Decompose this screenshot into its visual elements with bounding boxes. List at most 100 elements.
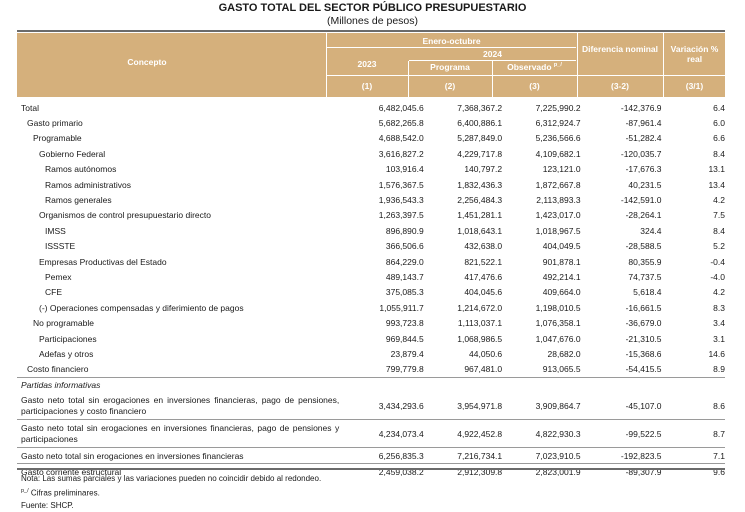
table-subtitle: (Millones de pesos) (326, 15, 419, 27)
header-divider (408, 61, 409, 97)
cell-2023: 3,616,827.2 (378, 148, 424, 159)
cell-diferencia: -142,591.0 (620, 195, 662, 206)
section-heading-row: Partidas informativas (17, 378, 725, 393)
table-row: IMSS 896,890.9 1,018,643.1 1,018,967.5 3… (17, 223, 725, 238)
row-label: CFE (45, 287, 62, 298)
cell-observado: 1,018,967.5 (535, 225, 581, 236)
cell-diferencia: 80,355.9 (628, 256, 662, 267)
cell-programa: 1,113,037.1 (457, 318, 503, 329)
header-col-diferencia: Diferencia nominal (581, 44, 659, 54)
cell-observado: 2,113,893.3 (536, 195, 581, 206)
table-title: GASTO TOTAL DEL SECTOR PÚBLICO PRESUPUES… (218, 2, 527, 14)
bottom-rule (17, 468, 725, 470)
cell-observado: 1,872,667.8 (535, 179, 581, 190)
note-source: Fuente: SHCP. (21, 500, 74, 510)
preliminary-mark: p_/ (553, 62, 562, 69)
cell-2023: 103,916.4 (385, 164, 424, 175)
cell-variacion: 4.2 (713, 195, 725, 206)
cell-programa: 967,481.0 (423, 361, 503, 379)
cell-programa: 417,476.6 (464, 271, 503, 282)
cell-2023: 1,936,543.3 (378, 195, 424, 206)
cell-2023: 799,779.8 (345, 361, 424, 379)
cell-variacion: 3.1 (713, 333, 725, 344)
cell-2023: 3,434,293.6 (345, 392, 424, 421)
row-label: Gasto neto total sin erogaciones en inve… (17, 392, 346, 421)
cell-observado: 123,121.0 (542, 164, 581, 175)
cell-programa: 4,922,452.8 (423, 419, 503, 449)
row-label: Organismos de control presupuestario dir… (39, 210, 211, 221)
cell-variacion: 13.1 (708, 164, 725, 175)
cell-programa: 6,400,886.1 (457, 118, 503, 129)
cell-2023: 375,085.3 (385, 287, 424, 298)
cell-diferencia: -87,961.4 (625, 118, 662, 129)
header-col-variacion: Variación % real (670, 44, 719, 64)
table-row: Pemex 489,143.7 417,476.6 492,214.1 74,7… (17, 269, 725, 284)
cell-variacion: 13.4 (708, 179, 725, 190)
row-label: Pemex (45, 271, 72, 282)
note-rounding: Nota: Las sumas parciales y las variacio… (21, 474, 322, 483)
cell-diferencia: 324.4 (640, 225, 662, 236)
row-label: Gobierno Federal (39, 148, 106, 159)
preliminary-mark: p_/ (21, 488, 29, 494)
cell-diferencia: -28,588.5 (625, 241, 662, 252)
row-label: Total (21, 102, 39, 113)
header-divider (326, 33, 327, 97)
cell-2023: 5,682,265.8 (378, 118, 424, 129)
table-row: Total 6,482,045.6 7,368,367.2 7,225,990.… (17, 100, 725, 115)
cell-observado: 1,198,010.5 (535, 302, 581, 313)
header-divider (492, 61, 493, 97)
header-index-rule (327, 75, 725, 76)
cell-diferencia: -54,415.5 (580, 361, 662, 379)
cell-programa: 7,368,367.2 (457, 102, 503, 113)
table-row: Participaciones 969,844.5 1,068,986.5 1,… (17, 331, 725, 346)
table-row: Gasto neto total sin erogaciones en inve… (17, 392, 725, 421)
table-row: (-) Operaciones compensadas y diferimien… (17, 300, 725, 315)
cell-programa: 7,216,734.1 (423, 447, 503, 465)
cell-2023: 864,229.0 (385, 256, 424, 267)
cell-variacion: 3.4 (713, 318, 725, 329)
cell-observado: 492,214.1 (542, 271, 581, 282)
table-row: Empresas Productivas del Estado 864,229.… (17, 254, 725, 269)
row-label: Empresas Productivas del Estado (39, 256, 167, 267)
note-preliminary: p_/ Cifras preliminares. (21, 488, 100, 498)
cell-2023: 993,723.8 (385, 318, 424, 329)
cell-diferencia: -28,264.1 (625, 210, 662, 221)
table-row: Ramos generales 1,936,543.3 2,256,484.3 … (17, 192, 725, 207)
cell-variacion: 6.4 (713, 102, 725, 113)
cell-diferencia: -120,035.7 (620, 148, 662, 159)
table-row: Ramos administrativos 1,576,367.5 1,832,… (17, 177, 725, 192)
cell-2023: 23,879.4 (390, 348, 424, 359)
header-divider (663, 33, 664, 97)
cell-variacion: 8.7 (661, 419, 725, 449)
cell-programa: 1,068,986.5 (457, 333, 503, 344)
cell-observado: 409,664.0 (542, 287, 581, 298)
cell-observado: 404,049.5 (542, 241, 581, 252)
cell-programa: 44,050.6 (469, 348, 503, 359)
cell-diferencia: -192,823.5 (580, 447, 662, 465)
row-label: Gasto neto total sin erogaciones en inve… (17, 419, 346, 449)
cell-2023: 896,890.9 (385, 225, 424, 236)
partidas-heading: Partidas informativas (21, 380, 101, 391)
table-row: CFE 375,085.3 404,045.6 409,664.0 5,618.… (17, 285, 725, 300)
cell-observado: 3,909,864.7 (502, 392, 581, 421)
table-row: Organismos de control presupuestario dir… (17, 208, 725, 223)
cell-2023: 1,576,367.5 (378, 179, 424, 190)
cell-observado: 7,225,990.2 (535, 102, 581, 113)
cell-2023: 4,234,073.4 (345, 419, 424, 449)
cell-variacion: 7.5 (713, 210, 725, 221)
cell-variacion: 9.6 (713, 467, 725, 478)
cell-observado: 1,047,676.0 (535, 333, 581, 344)
cell-variacion: 6.6 (713, 133, 725, 144)
table-row: Gasto neto total sin erogaciones en inve… (17, 419, 725, 449)
header-period-rule (327, 47, 576, 48)
cell-diferencia: 74,737.5 (628, 271, 662, 282)
cell-variacion: 4.2 (713, 287, 725, 298)
table-row: Gobierno Federal 3,616,827.2 4,229,717.8… (17, 146, 725, 161)
cell-observado: 913,065.5 (502, 361, 581, 379)
header-year-2024: 2024 (483, 49, 502, 59)
header-period: Enero-octubre (422, 36, 481, 46)
cell-variacion: 8.4 (713, 225, 725, 236)
top-rule (17, 30, 725, 32)
cell-programa: 404,045.6 (464, 287, 503, 298)
cell-2023: 366,506.6 (385, 241, 424, 252)
